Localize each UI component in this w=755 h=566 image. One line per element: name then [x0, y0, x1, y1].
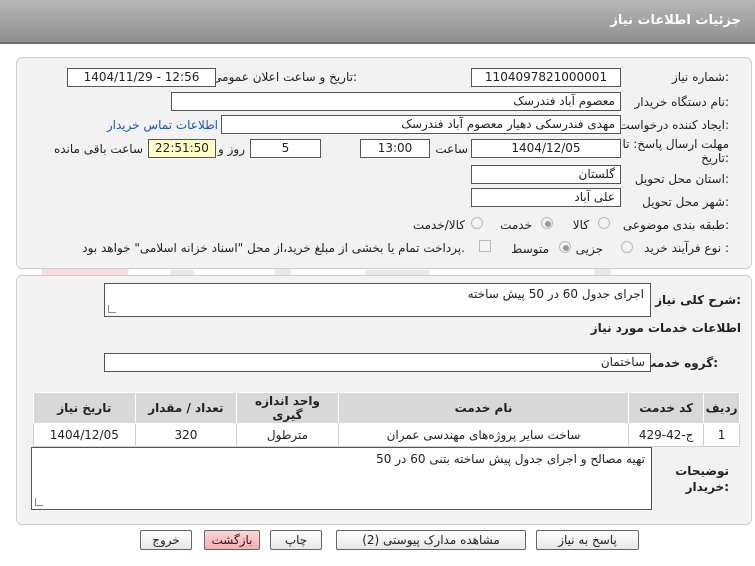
remaining-time-label: ساعت باقی مانده: [53, 142, 143, 156]
deadline-date-field: 1404/12/05: [471, 139, 621, 158]
city-label: شهر محل تحویل:: [642, 195, 729, 209]
cell-unit: مترطول: [236, 423, 339, 447]
category-option-goods-label: کالا: [572, 218, 589, 232]
category-service-radio[interactable]: [541, 217, 553, 229]
services-section-title: اطلاعات خدمات مورد نیاز: [590, 321, 741, 335]
announce-datetime-label: تاریخ و ساعت اعلان عمومی:: [212, 70, 357, 84]
resize-grip-icon[interactable]: [35, 498, 43, 506]
city-field: علی آباد: [471, 188, 621, 207]
col-quantity: تعداد / مقدار: [134, 392, 238, 424]
province-label: استان محل تحویل:: [634, 172, 729, 186]
buyer-contact-link[interactable]: اطلاعات تماس خریدار: [107, 118, 218, 132]
category-option-service-label: خدمت: [500, 218, 532, 232]
resize-grip-icon[interactable]: [108, 305, 116, 313]
deadline-hour-label: ساعت: [435, 142, 468, 156]
cell-quantity: 320: [134, 423, 238, 447]
cell-service-name: ساخت سایر پروژه‌های مهندسی عمران: [337, 423, 630, 447]
process-medium-radio[interactable]: [559, 241, 571, 253]
process-minor-radio[interactable]: [621, 241, 633, 253]
cell-service-code: ج-42-429: [628, 423, 705, 447]
page-title: جزئیات اطلاعات نیاز: [610, 13, 741, 28]
need-description-label: شرح کلی نیاز:: [655, 293, 741, 307]
buyer-notes-label-1: توضیحات: [675, 464, 729, 478]
buyer-org-label: نام دستگاه خریدار:: [634, 95, 730, 109]
buyer-notes-field: تهیه مصالح و اجرای جدول پیش ساخته بتنی 6…: [31, 447, 652, 510]
days-remaining-field: 5: [250, 139, 321, 158]
cell-need-date: 1404/12/05: [33, 423, 136, 447]
category-option-both-label: کالا/خدمت: [412, 218, 465, 232]
reply-button[interactable]: پاسخ به نیاز: [536, 530, 639, 550]
request-creator-field: مهدی فندرسکی دهیار معصوم آباد فندرسک: [221, 115, 621, 134]
province-field: گلستان: [471, 165, 621, 184]
back-button[interactable]: بازگشت: [204, 530, 260, 550]
page-header: جزئیات اطلاعات نیاز: [0, 0, 755, 44]
service-group-label: گروه خدمت:: [644, 356, 718, 370]
cell-row-number: 1: [703, 423, 740, 447]
col-service-code: کد خدمت: [628, 392, 705, 424]
col-need-date: تاریخ نیاز: [33, 392, 136, 424]
print-button[interactable]: چاپ: [270, 530, 322, 550]
col-row-number: ردیف: [703, 392, 740, 424]
category-both-radio[interactable]: [471, 217, 483, 229]
need-number-field: 1104097821000001: [471, 68, 621, 87]
buyer-org-field: معصوم آباد فندرسک: [171, 92, 621, 111]
table-row: 1404/12/05 320 مترطول ساخت سایر پروژه‌ها…: [33, 423, 740, 447]
need-info-panel: [16, 57, 752, 269]
view-attachments-button[interactable]: مشاهده مدارک پیوستی (2): [336, 530, 526, 550]
col-unit: واحد اندازه گیری: [236, 392, 339, 424]
service-group-field: ساختمان: [104, 353, 651, 372]
process-minor-label: جزیی: [575, 242, 603, 256]
need-description-text: اجرای جدول 60 در 50 پیش ساخته: [467, 287, 644, 301]
services-table: تاریخ نیاز تعداد / مقدار واحد اندازه گیر…: [33, 392, 740, 447]
treasury-payment-checkbox[interactable]: [479, 240, 491, 252]
deadline-time-field: 13:00: [360, 139, 430, 158]
need-description-field: اجرای جدول 60 در 50 پیش ساخته: [104, 283, 651, 317]
remaining-time-field: 22:51:50: [148, 139, 216, 158]
announce-datetime-field: 1404/11/29 - 12:56: [67, 68, 216, 87]
deadline-label: مهلت ارسال پاسخ: تا: [622, 137, 729, 151]
services-table-header: تاریخ نیاز تعداد / مقدار واحد اندازه گیر…: [33, 392, 740, 424]
need-number-label: شماره نیاز:: [671, 70, 729, 84]
category-goods-radio[interactable]: [598, 217, 610, 229]
process-type-label: نوع فرآیند خرید :: [644, 241, 729, 255]
deadline-date-label: تاریخ:: [701, 151, 729, 165]
process-medium-label: متوسط: [511, 242, 549, 256]
request-creator-label: ایجاد کننده درخواست:: [618, 118, 729, 132]
buyer-notes-label-2: خریدار:: [685, 480, 729, 494]
category-label: طبقه بندی موضوعی:: [622, 218, 729, 232]
exit-button[interactable]: خروج: [140, 530, 192, 550]
days-label: روز و: [218, 142, 245, 156]
buyer-notes-text: تهیه مصالح و اجرای جدول پیش ساخته بتنی 6…: [376, 452, 645, 466]
col-service-name: نام خدمت: [337, 392, 630, 424]
treasury-payment-note: پرداخت تمام یا بخشی از مبلغ خرید،از محل …: [82, 241, 465, 255]
